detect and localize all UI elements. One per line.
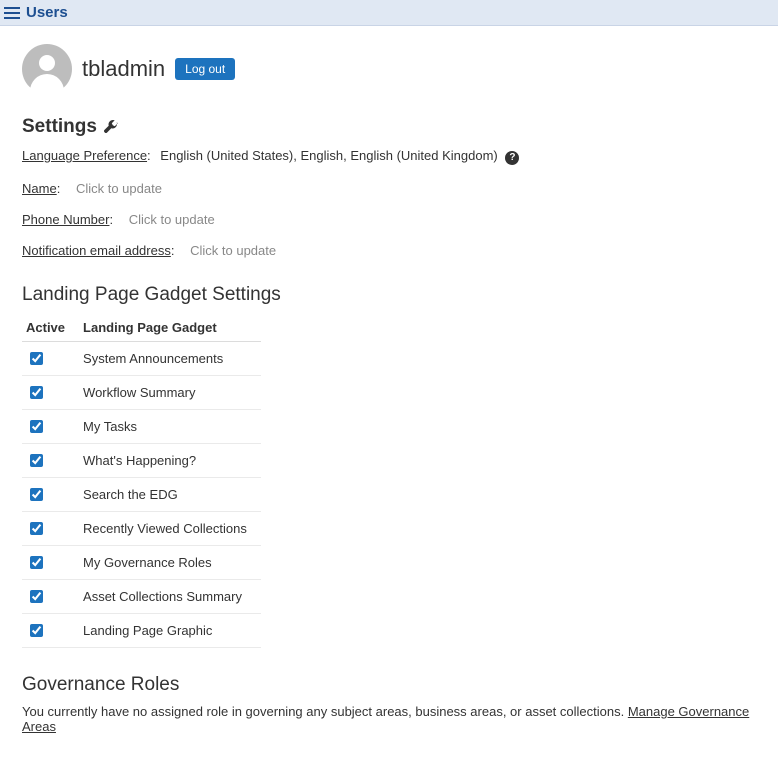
email-edit[interactable]: Click to update — [190, 243, 276, 258]
active-cell — [22, 478, 79, 512]
active-cell — [22, 342, 79, 376]
table-row: Workflow Summary — [22, 376, 261, 410]
active-checkbox[interactable] — [30, 420, 43, 433]
governance-heading: Governance Roles — [22, 674, 756, 696]
active-cell — [22, 444, 79, 478]
active-checkbox[interactable] — [30, 590, 43, 603]
user-header: tbladmin Log out — [22, 44, 756, 94]
gadget-label: What's Happening? — [79, 444, 261, 478]
hamburger-icon[interactable] — [4, 5, 20, 21]
gadget-label: System Announcements — [79, 342, 261, 376]
table-header-row: Active Landing Page Gadget — [22, 314, 261, 342]
email-row: Notification email address: Click to upd… — [22, 243, 756, 258]
avatar — [22, 44, 72, 94]
language-value: English (United States), English, Englis… — [160, 148, 497, 163]
table-row: My Governance Roles — [22, 546, 261, 580]
name-row: Name: Click to update — [22, 181, 756, 196]
language-row: Language Preference: English (United Sta… — [22, 148, 756, 165]
gadget-label: Recently Viewed Collections — [79, 512, 261, 546]
table-row: Search the EDG — [22, 478, 261, 512]
gadget-label: Landing Page Graphic — [79, 614, 261, 648]
active-checkbox[interactable] — [30, 522, 43, 535]
active-cell — [22, 546, 79, 580]
settings-heading: Settings — [22, 116, 756, 138]
gadget-table: Active Landing Page Gadget System Announ… — [22, 314, 261, 648]
gadget-label: Workflow Summary — [79, 376, 261, 410]
active-cell — [22, 410, 79, 444]
active-checkbox[interactable] — [30, 624, 43, 637]
name-edit[interactable]: Click to update — [76, 181, 162, 196]
gadget-label: My Governance Roles — [79, 546, 261, 580]
active-checkbox[interactable] — [30, 386, 43, 399]
settings-heading-text: Settings — [22, 116, 97, 138]
governance-text: You currently have no assigned role in g… — [22, 704, 628, 719]
col-active: Active — [22, 314, 79, 342]
wrench-icon — [103, 119, 119, 135]
gadget-label: Asset Collections Summary — [79, 580, 261, 614]
active-checkbox[interactable] — [30, 556, 43, 569]
name-label: Name — [22, 181, 57, 196]
table-row: Recently Viewed Collections — [22, 512, 261, 546]
help-icon[interactable]: ? — [505, 151, 519, 165]
table-row: Landing Page Graphic — [22, 614, 261, 648]
active-cell — [22, 512, 79, 546]
phone-row: Phone Number: Click to update — [22, 212, 756, 227]
phone-edit[interactable]: Click to update — [129, 212, 215, 227]
governance-text-row: You currently have no assigned role in g… — [22, 704, 756, 734]
topbar: Users — [0, 0, 778, 26]
active-checkbox[interactable] — [30, 454, 43, 467]
email-label: Notification email address — [22, 243, 171, 258]
content: tbladmin Log out Settings Language Prefe… — [0, 26, 778, 764]
gadget-label: My Tasks — [79, 410, 261, 444]
active-cell — [22, 614, 79, 648]
active-checkbox[interactable] — [30, 352, 43, 365]
username: tbladmin — [82, 56, 165, 82]
table-row: System Announcements — [22, 342, 261, 376]
active-checkbox[interactable] — [30, 488, 43, 501]
phone-label: Phone Number — [22, 212, 109, 227]
active-cell — [22, 580, 79, 614]
language-label: Language Preference — [22, 148, 147, 163]
table-row: What's Happening? — [22, 444, 261, 478]
table-row: Asset Collections Summary — [22, 580, 261, 614]
page-title: Users — [26, 4, 68, 21]
logout-button[interactable]: Log out — [175, 58, 235, 80]
active-cell — [22, 376, 79, 410]
gadget-label: Search the EDG — [79, 478, 261, 512]
table-row: My Tasks — [22, 410, 261, 444]
col-gadget: Landing Page Gadget — [79, 314, 261, 342]
gadgets-heading: Landing Page Gadget Settings — [22, 284, 756, 306]
